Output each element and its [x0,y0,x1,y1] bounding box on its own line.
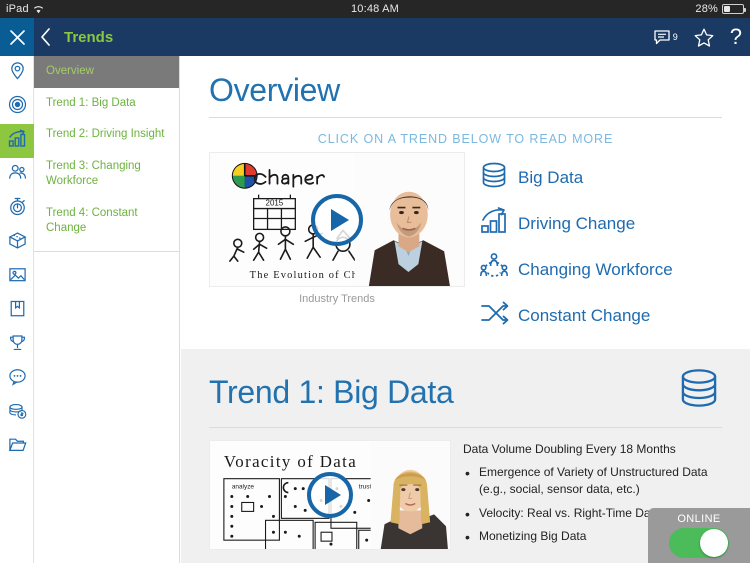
bar-chart-trend-icon [7,129,27,154]
rail-item-package[interactable] [0,226,34,260]
rail-item-folder[interactable] [0,430,34,464]
trend-link-label: Big Data [518,167,584,187]
trend-1-video-thumbnail[interactable]: Voracity of Data analyze trust [209,440,451,550]
icon-rail [0,56,34,563]
people-icon [8,163,27,187]
speech-bubble-icon [8,367,27,391]
section-sidebar: Overview Trend 1: Big Data Trend 2: Driv… [34,56,180,563]
rail-item-book[interactable] [0,294,34,328]
trend-1-body: Voracity of Data analyze trust Data Volu… [209,428,722,563]
close-icon[interactable] [0,18,34,56]
overview-body: 2015 The Evolution of Change Industry Tr… [209,152,722,349]
rail-item-people[interactable] [0,158,34,192]
trend-links-list: Big Data Driving Change Changing Workfor… [479,152,673,333]
svg-text:trust: trust [359,484,372,491]
rail-item-trophy[interactable] [0,328,34,362]
sidebar-item-trend-4[interactable]: Trend 4: Constant Change [34,198,179,245]
sidebar-item-overview[interactable]: Overview [34,56,179,88]
comment-icon[interactable]: 9 [654,29,678,45]
presenter-photo [354,153,464,286]
rail-item-stopwatch[interactable] [0,192,34,226]
trend-link-driving-change[interactable]: Driving Change [479,206,673,241]
people-network-icon [479,252,509,287]
list-item: Emergence of Variety of Unstructured Dat… [463,463,722,499]
trend-1-headline: Data Volume Doubling Every 18 Months [463,442,676,456]
sidebar-item-trend-2[interactable]: Trend 2: Driving Insight [34,119,179,151]
book-icon [8,299,27,323]
stopwatch-icon [8,197,27,221]
bar-chart-arrow-icon [479,206,509,241]
rail-item-location-pin[interactable] [0,56,34,90]
database-icon [676,365,722,419]
svg-text:analyze: analyze [232,484,255,491]
content-scroll-area[interactable]: Overview CLICK ON A TREND BELOW TO READ … [181,56,750,563]
status-bar-time: 10:48 AM [350,3,400,15]
overview-section: Overview CLICK ON A TREND BELOW TO READ … [181,56,750,349]
app-navbar: Trends 9 ? [0,18,750,56]
rail-item-image[interactable] [0,260,34,294]
question-mark-icon[interactable]: ? [730,26,742,48]
overview-title: Overview [209,72,340,108]
star-icon[interactable] [694,28,714,47]
database-icon [479,160,509,195]
online-switch[interactable] [669,528,729,558]
trend-link-changing-workforce[interactable]: Changing Workforce [479,252,673,287]
play-icon[interactable] [311,193,363,246]
sidebar-item-label: Trend 1: Big Data [46,96,136,109]
image-icon [8,265,27,289]
rail-item-speech-bubble[interactable] [0,362,34,396]
overview-hint: CLICK ON A TREND BELOW TO READ MORE [317,132,614,146]
navbar-actions: 9 ? [654,18,742,56]
folder-icon [8,435,27,459]
overview-video-thumbnail[interactable]: 2015 The Evolution of Change [209,152,465,287]
comment-count-badge: 9 [672,31,678,42]
trend-link-label: Changing Workforce [518,259,673,279]
sidebar-divider [34,250,179,252]
sidebar-item-label: Trend 4: Constant Change [46,206,138,235]
online-status-toggle[interactable]: ONLINE [648,508,750,563]
online-label: ONLINE [677,513,721,525]
overview-video-block: 2015 The Evolution of Change Industry Tr… [209,152,465,333]
switch-knob [700,529,728,557]
trend-link-big-data[interactable]: Big Data [479,160,673,195]
trophy-icon [8,333,27,357]
battery-icon [722,4,746,14]
sketch-title-text: Voracity of Data [224,452,357,471]
rail-item-money[interactable] [0,396,34,430]
trend-link-label: Constant Change [518,305,651,325]
location-pin-icon [8,61,27,85]
package-icon [8,231,27,255]
battery-percent: 28% [695,3,718,15]
sidebar-item-trend-3[interactable]: Trend 3: Changing Workforce [34,151,179,198]
target-icon [8,95,27,119]
svg-text:2015: 2015 [266,199,284,208]
app-root: iPad 10:48 AM 28% Trends 9 ? Overview Tr… [0,0,750,563]
money-stack-icon [8,401,27,425]
sidebar-item-label: Trend 2: Driving Insight [46,128,165,141]
status-bar-right: 28% [695,3,746,15]
presenter-photo-2 [370,441,450,549]
play-icon[interactable] [307,472,353,518]
page-title: Trends [64,28,114,46]
ios-status-bar: iPad 10:48 AM 28% [0,0,750,18]
shuffle-arrows-icon [479,298,509,333]
trend-1-title: Trend 1: Big Data [209,373,454,410]
overview-video-caption: Industry Trends [299,293,375,305]
trend-1-title-row: Trend 1: Big Data [209,349,722,427]
sidebar-item-label: Overview [46,65,94,77]
sidebar-item-label: Trend 3: Changing Workforce [46,159,141,188]
sidebar-item-trend-1[interactable]: Trend 1: Big Data [34,88,179,120]
trend-link-constant-change[interactable]: Constant Change [479,298,673,333]
rail-item-trends[interactable] [0,124,34,158]
rail-item-target[interactable] [0,90,34,124]
trend-link-label: Driving Change [518,213,636,233]
chevron-left-icon[interactable] [40,18,51,56]
